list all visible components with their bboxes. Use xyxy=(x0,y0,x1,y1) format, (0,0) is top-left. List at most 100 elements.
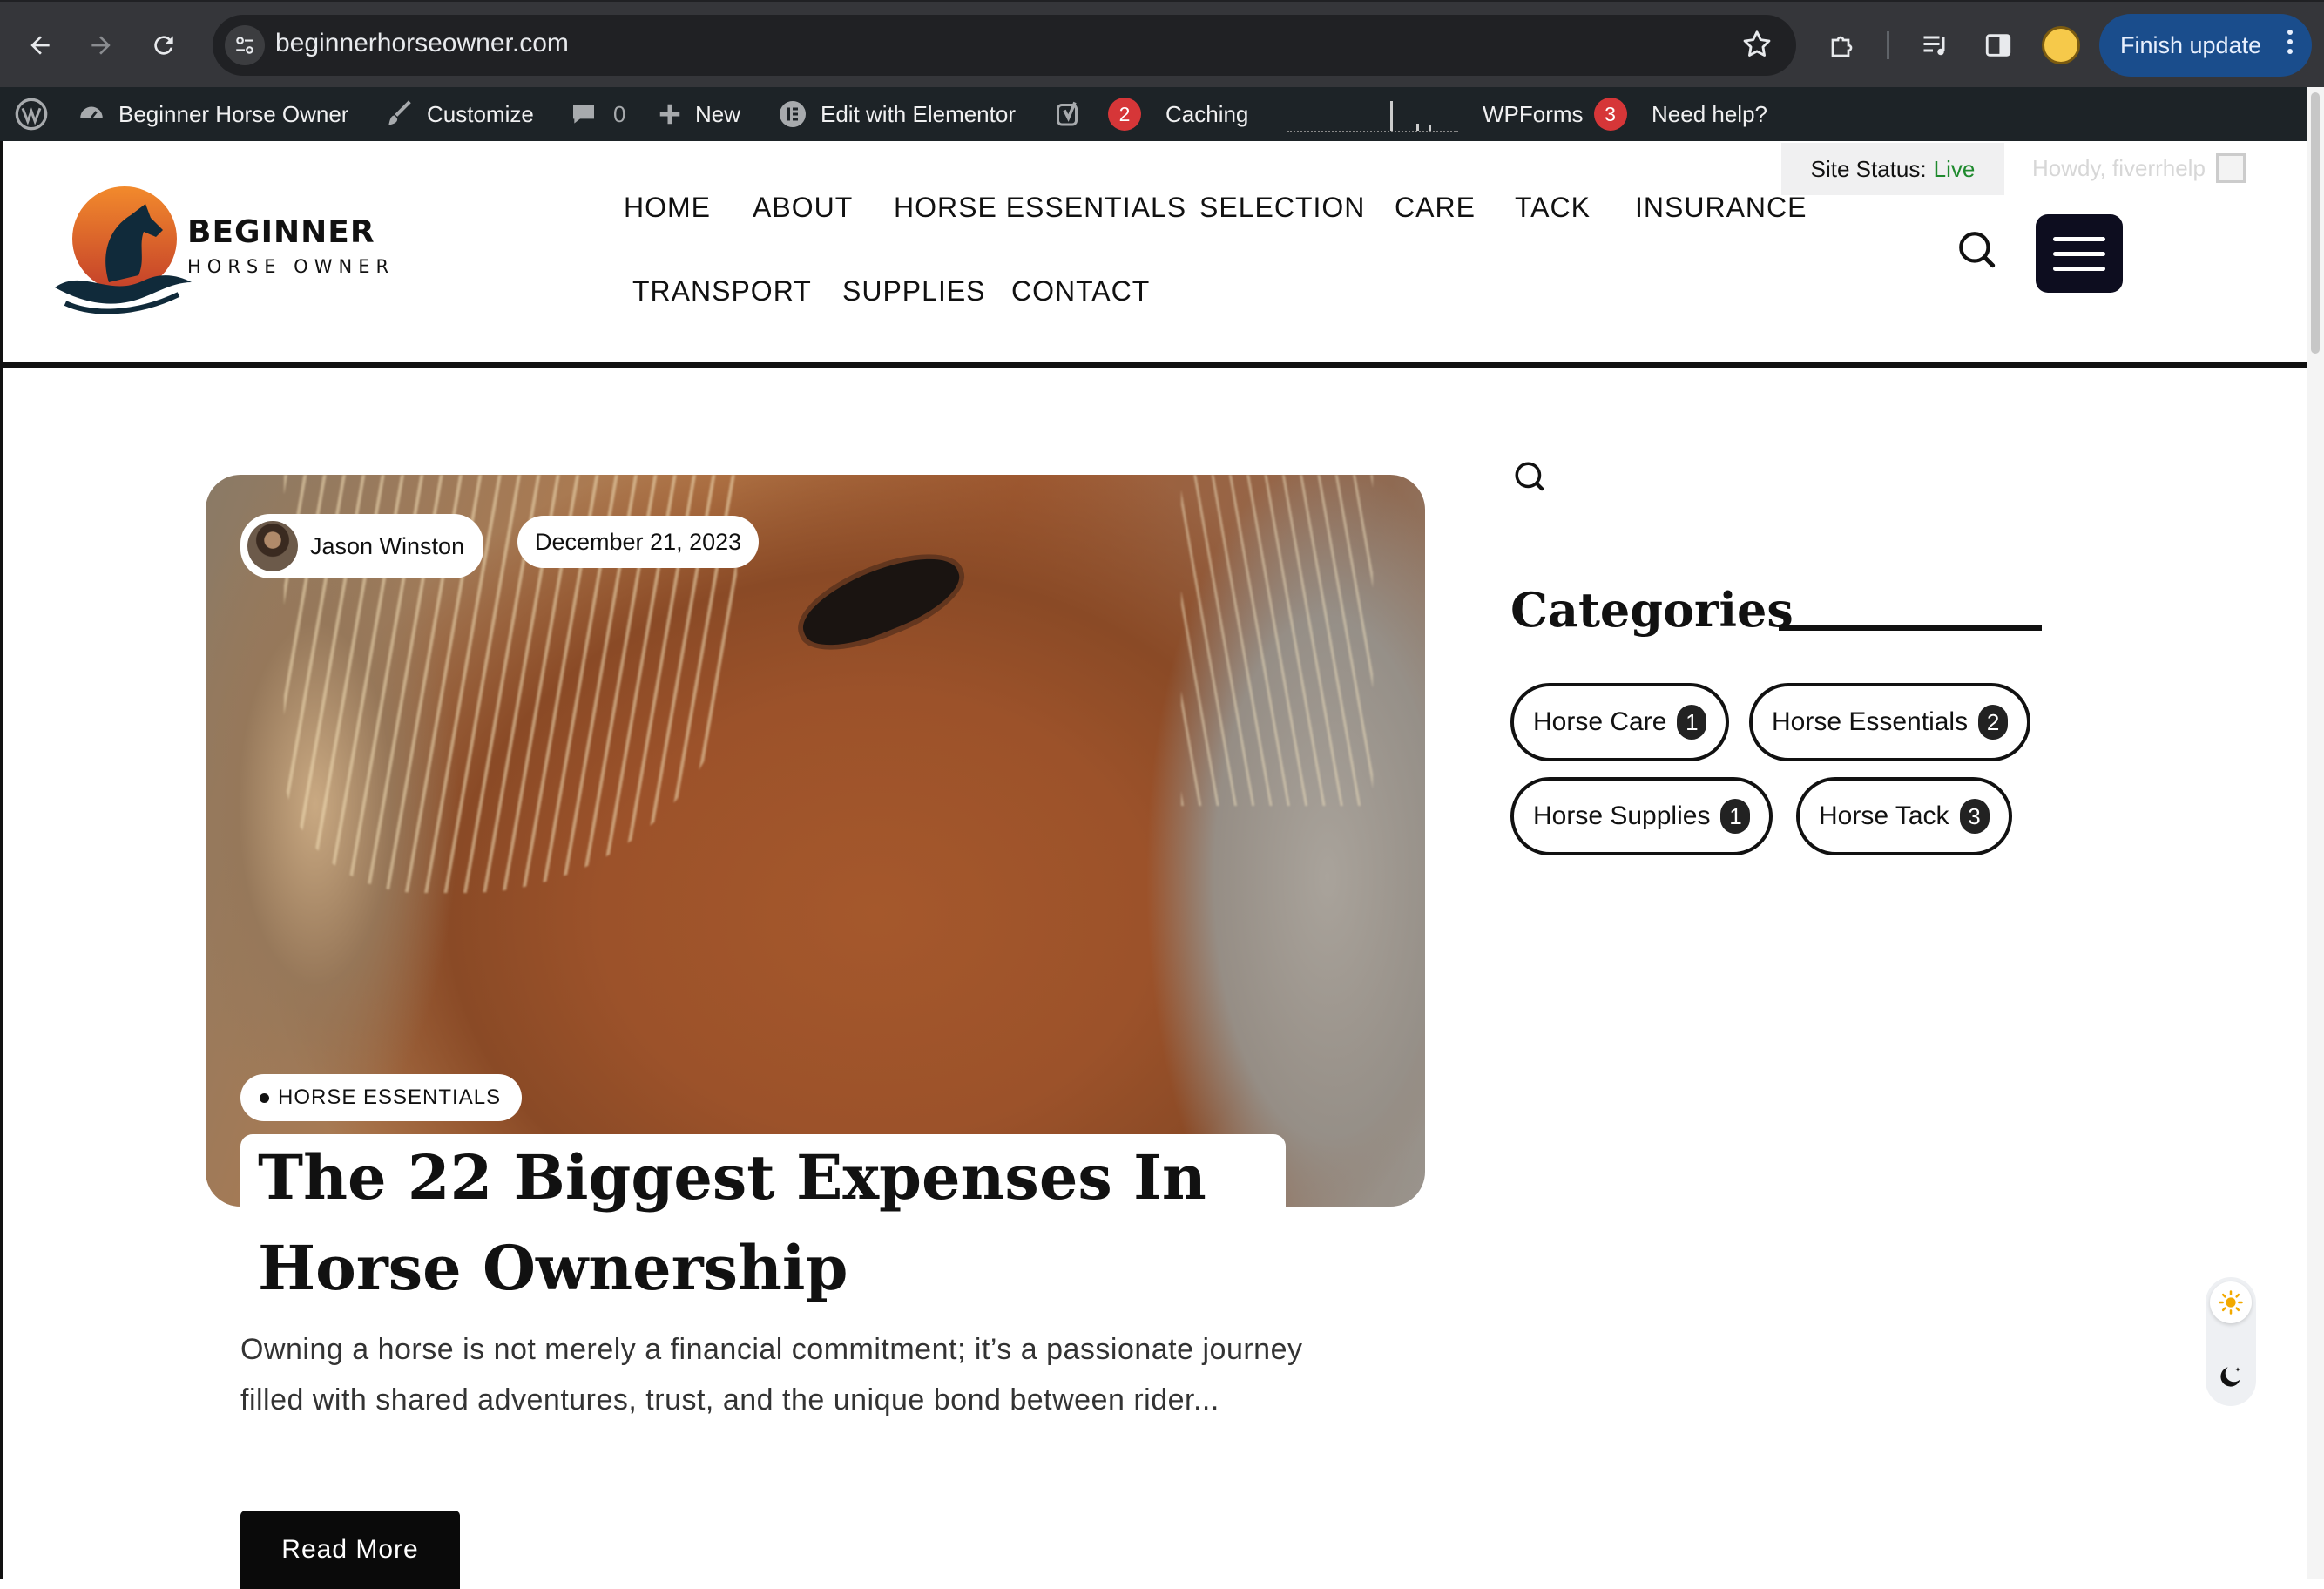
back-button[interactable] xyxy=(16,21,64,70)
read-more-button[interactable]: Read More xyxy=(240,1511,460,1589)
category-count: 1 xyxy=(1677,705,1707,740)
admin-customize[interactable]: Customize xyxy=(385,87,534,141)
url-text[interactable]: beginnerhorseowner.com xyxy=(275,29,569,58)
category-count: 3 xyxy=(1959,799,1990,834)
site-status: Site Status: Live xyxy=(1781,143,2004,195)
category-count: 2 xyxy=(1978,705,2009,740)
site-logo[interactable]: BEGINNER HORSE OWNER xyxy=(48,185,396,315)
side-panel-button[interactable] xyxy=(1977,24,2019,66)
admin-caching[interactable]: Caching xyxy=(1165,87,1248,141)
post-category-text: HORSE ESSENTIALS xyxy=(278,1085,502,1109)
category-count: 1 xyxy=(1720,799,1751,834)
nav-selection[interactable]: SELECTION xyxy=(1199,192,1365,224)
comments-count: 0 xyxy=(613,100,626,127)
admin-new-label: New xyxy=(695,100,741,127)
bookmark-button[interactable] xyxy=(1740,28,1773,64)
sun-icon xyxy=(2219,1290,2243,1315)
site-info-icon[interactable] xyxy=(225,25,265,65)
bullet-icon xyxy=(260,1092,269,1103)
category-label: Horse Care xyxy=(1533,707,1667,736)
traffic-sparkline[interactable] xyxy=(1287,98,1458,132)
sidebar-search-button[interactable] xyxy=(1512,459,1549,499)
finish-update-label: Finish update xyxy=(2120,31,2262,58)
address-bar[interactable]: beginnerhorseowner.com xyxy=(213,15,1796,76)
menu-toggle-button[interactable] xyxy=(2036,214,2123,293)
howdy-account[interactable]: Howdy, fiverrhelp xyxy=(2032,153,2246,183)
category-label: Horse Tack xyxy=(1819,801,1949,830)
reload-icon xyxy=(154,36,173,55)
site-status-label: Site Status: xyxy=(1810,155,1927,182)
author-avatar xyxy=(247,521,298,571)
nav-tack[interactable]: TACK xyxy=(1515,192,1591,224)
moon-icon xyxy=(2220,1367,2240,1387)
category-label: Horse Supplies xyxy=(1533,801,1711,830)
categories-heading: Categories xyxy=(1510,582,1794,638)
nav-home[interactable]: HOME xyxy=(624,192,711,224)
user-avatar-icon xyxy=(2215,153,2246,183)
wpforms-badge: 3 xyxy=(1593,98,1627,131)
category-horse-supplies[interactable]: Horse Supplies 1 xyxy=(1510,777,1773,855)
nav-contact[interactable]: CONTACT xyxy=(1011,275,1150,308)
forward-button[interactable] xyxy=(77,21,125,70)
plus-icon xyxy=(659,104,680,125)
admin-need-help[interactable]: Need help? xyxy=(1652,87,1767,141)
elementor-icon xyxy=(780,101,806,127)
page-scrollbar[interactable] xyxy=(2307,87,2324,1579)
admin-comments[interactable]: 0 xyxy=(570,87,625,141)
theme-toggle[interactable] xyxy=(2206,1277,2256,1406)
admin-edit-elementor[interactable]: Edit with Elementor xyxy=(777,87,1016,141)
admin-new[interactable]: New xyxy=(657,87,740,141)
heading-underline xyxy=(1779,625,2042,631)
comment-icon xyxy=(573,105,594,124)
post-category[interactable]: HORSE ESSENTIALS xyxy=(240,1074,523,1121)
category-horse-care[interactable]: Horse Care 1 xyxy=(1510,683,1730,761)
yoast-icon xyxy=(1057,101,1078,126)
star-icon xyxy=(1743,30,1771,57)
image-detail-mane-right xyxy=(1181,475,1373,806)
finish-update-button[interactable]: Finish update xyxy=(2099,14,2312,77)
category-horse-essentials[interactable]: Horse Essentials 2 xyxy=(1749,683,2031,761)
nav-insurance[interactable]: INSURANCE xyxy=(1635,192,1807,224)
admin-wpforms[interactable]: WPForms 3 xyxy=(1483,87,1627,141)
search-icon xyxy=(1959,232,1996,268)
arrow-right-icon xyxy=(91,36,111,55)
search-icon xyxy=(1515,462,1544,491)
author-badge[interactable]: Jason Winston xyxy=(240,514,484,578)
nav-horse-essentials[interactable]: HORSE ESSENTIALS xyxy=(894,192,1186,224)
wp-logo-menu[interactable] xyxy=(14,87,61,141)
header-search-button[interactable] xyxy=(1956,228,1999,275)
arrow-left-icon xyxy=(30,36,50,55)
post-date-text: December 21, 2023 xyxy=(535,528,742,555)
post-excerpt: Owning a horse is not merely a financial… xyxy=(240,1333,1303,1417)
puzzle-icon xyxy=(1831,36,1853,57)
admin-need-help-label: Need help? xyxy=(1652,100,1767,127)
site-header: Site Status: Live Howdy, fiverrhelp BEGI… xyxy=(0,141,2324,368)
light-mode-button[interactable] xyxy=(2210,1281,2252,1323)
site-status-value: Live xyxy=(1933,155,1976,182)
category-horse-tack[interactable]: Horse Tack 3 xyxy=(1796,777,2012,855)
dark-mode-button[interactable] xyxy=(2210,1356,2252,1397)
profile-avatar[interactable] xyxy=(2042,26,2080,64)
media-control-button[interactable] xyxy=(1915,24,1956,66)
nav-about[interactable]: ABOUT xyxy=(753,192,853,224)
admin-wpforms-label: WPForms xyxy=(1483,100,1584,127)
post-title[interactable]: The 22 Biggest Expenses In Horse Ownersh… xyxy=(258,1133,1390,1314)
extensions-button[interactable] xyxy=(1822,24,1864,66)
post-date[interactable]: December 21, 2023 xyxy=(517,516,760,568)
admin-site-name[interactable]: Beginner Horse Owner xyxy=(77,87,348,141)
yoast-badge: 2 xyxy=(1108,98,1141,131)
playlist-icon xyxy=(1923,36,1945,56)
brand-line1: BEGINNER xyxy=(187,214,375,250)
nav-care[interactable]: CARE xyxy=(1395,192,1476,224)
nav-supplies[interactable]: SUPPLIES xyxy=(842,275,986,308)
image-detail-eye xyxy=(792,541,969,661)
category-label: Horse Essentials xyxy=(1772,707,1969,736)
reload-button[interactable] xyxy=(139,21,188,70)
admin-customize-label: Customize xyxy=(427,100,534,127)
brush-icon xyxy=(388,100,411,125)
admin-site-name-label: Beginner Horse Owner xyxy=(118,100,349,127)
nav-transport[interactable]: TRANSPORT xyxy=(632,275,812,308)
scrollbar-thumb[interactable] xyxy=(2311,92,2320,354)
admin-yoast[interactable]: 2 xyxy=(1054,87,1141,141)
more-menu-icon xyxy=(2287,30,2293,58)
